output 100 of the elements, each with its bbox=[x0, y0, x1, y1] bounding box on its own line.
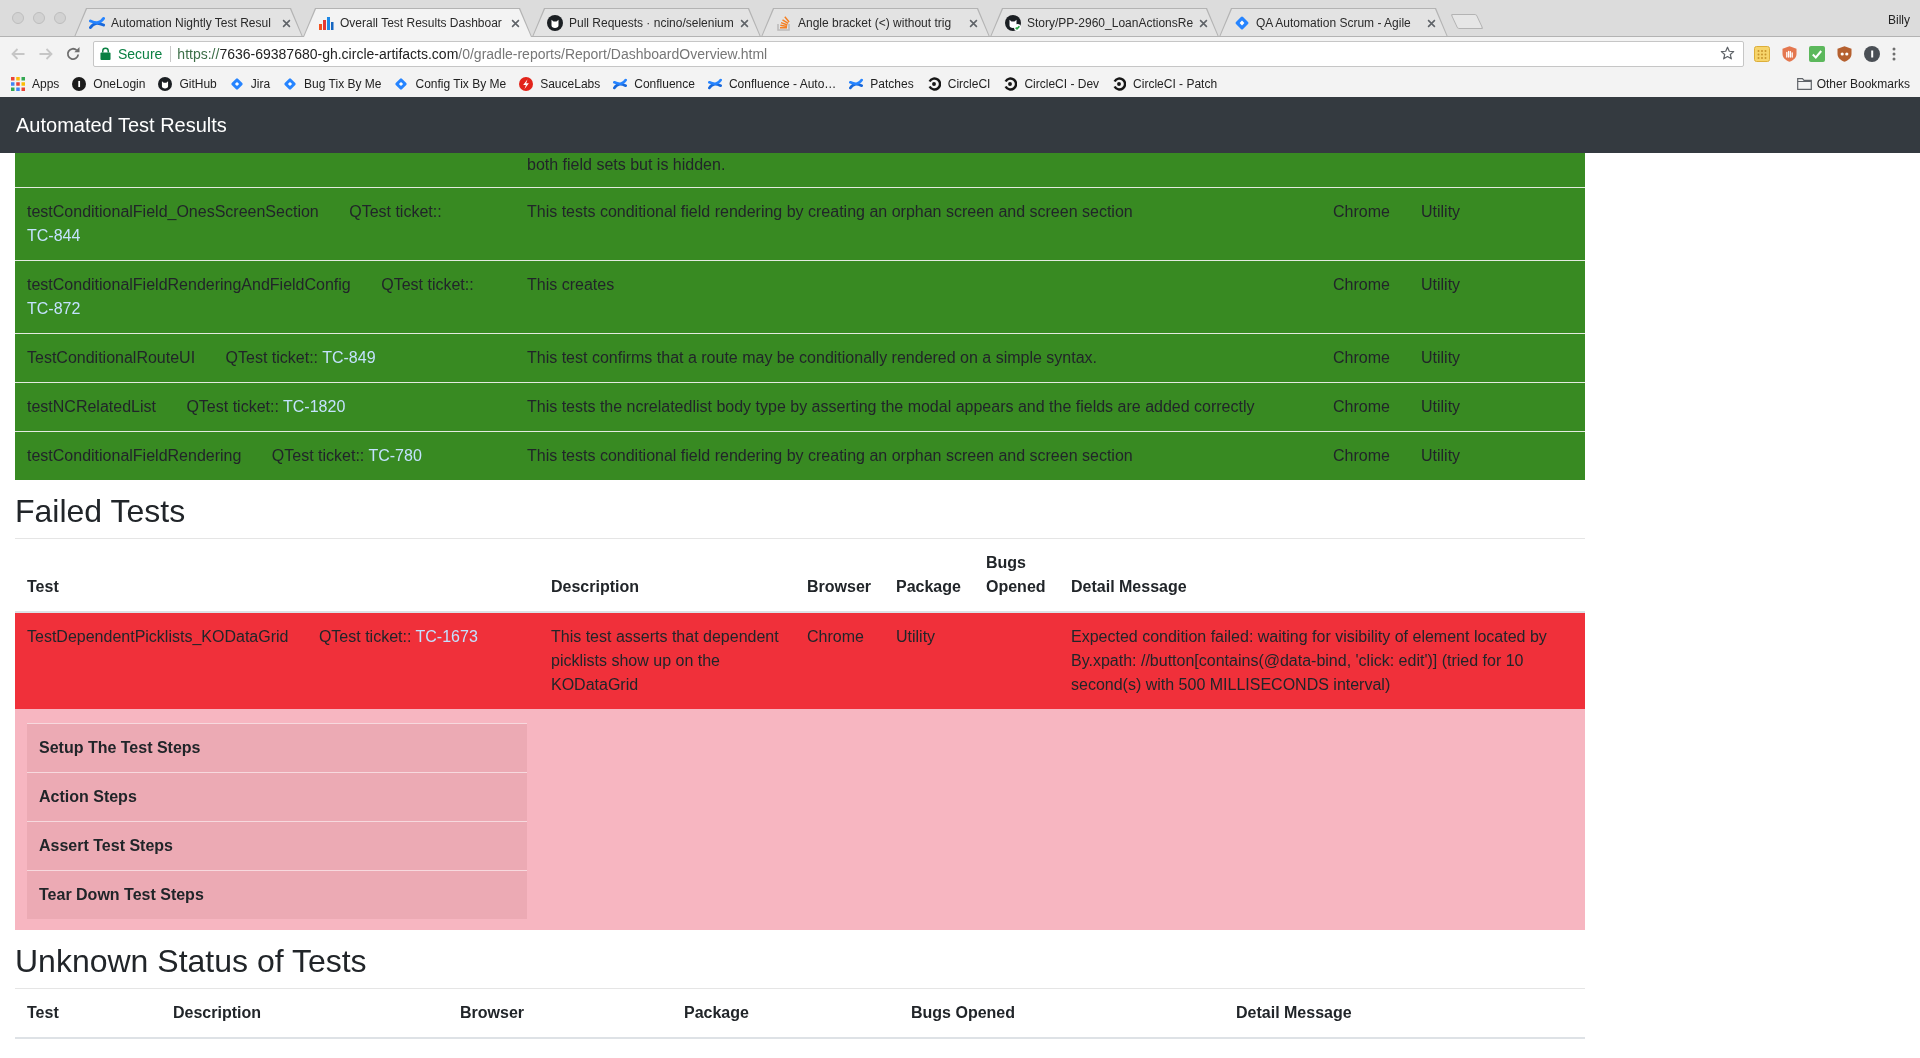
test-name: testNCRelatedList bbox=[27, 398, 156, 415]
browser-name: Chrome bbox=[1333, 275, 1390, 295]
browser-tab[interactable]: Pull Requests · ncino/selenium bbox=[532, 8, 761, 37]
test-description: This tests conditional field rendering by creating an orphan screen and screen section bbox=[527, 202, 1133, 222]
apps-grid-icon bbox=[11, 76, 25, 91]
security-label: Secure bbox=[118, 44, 163, 64]
test-description: This creates bbox=[527, 275, 615, 295]
column-header: Detail Message bbox=[1236, 1003, 1352, 1023]
bookmark-link[interactable]: CircleCI bbox=[920, 72, 997, 95]
steps-accordion-item[interactable]: Setup The Test Steps bbox=[27, 723, 527, 772]
hand-shield-icon[interactable] bbox=[1782, 45, 1797, 62]
bookmark-link[interactable]: CircleCI - Patch bbox=[1106, 72, 1224, 95]
bookmark-link[interactable]: CircleCI - Dev bbox=[997, 72, 1106, 95]
ticket-label: QTest ticket:: bbox=[349, 203, 442, 220]
close-icon[interactable] bbox=[1427, 18, 1436, 28]
crossed-swoosh-icon bbox=[849, 76, 864, 91]
ticket-label: QTest ticket:: bbox=[225, 349, 318, 366]
column-header: Browser bbox=[807, 577, 872, 597]
shield-icon[interactable] bbox=[1837, 45, 1852, 62]
cat-head-icon bbox=[158, 76, 173, 91]
bookmark-folder[interactable]: Other Bookmarks bbox=[1796, 75, 1910, 92]
test-description: This test confirms that a route may be conditionally rendered on a simple syntax. bbox=[527, 348, 1098, 368]
browser-tab[interactable]: Angle bracket (<) without trig bbox=[761, 8, 990, 37]
browser-name: Chrome bbox=[807, 627, 864, 647]
bookmark-link[interactable]: OneLogin bbox=[66, 72, 152, 95]
test-name: testConditionalFieldRendering bbox=[27, 447, 242, 464]
ticket-label: QTest ticket:: bbox=[381, 276, 474, 293]
url-text[interactable]: https://7636-69387680-gh.circle-artifacts.com/0/gradle-reports/Report/DashboardOverview.html bbox=[177, 43, 768, 64]
column-header: Package bbox=[684, 1003, 749, 1023]
package-name: Utility bbox=[1421, 397, 1461, 417]
column-header: Test bbox=[27, 1003, 59, 1023]
stack-icon bbox=[776, 15, 792, 31]
browser-tab[interactable]: Automation Nightly Test Resul bbox=[74, 8, 303, 37]
bookmark-link[interactable]: Config Tix By Me bbox=[388, 72, 513, 95]
column-header: Bugs Opened bbox=[911, 1003, 1015, 1023]
browser-tab[interactable]: Overall Test Results Dashboar bbox=[303, 8, 532, 37]
bookmark-link[interactable]: Confluence bbox=[607, 72, 701, 95]
dotted-tile-icon[interactable] bbox=[1754, 45, 1770, 62]
column-header: Detail Message bbox=[1071, 577, 1187, 597]
bookmark-link[interactable]: Jira bbox=[223, 72, 277, 95]
test-name: testConditionalFieldRenderingAndFieldConfig bbox=[27, 276, 351, 293]
column-header: Description bbox=[173, 1003, 261, 1023]
browser-name: Chrome bbox=[1333, 348, 1390, 368]
bar-chart-icon bbox=[318, 15, 334, 31]
ring-icon bbox=[926, 76, 941, 91]
bookmark-link[interactable]: GitHub bbox=[152, 72, 223, 95]
cat-head-icon bbox=[547, 15, 563, 31]
test-name: TestDependentPicklists_KODataGrid bbox=[27, 628, 289, 645]
close-icon[interactable] bbox=[969, 18, 978, 28]
ring-icon bbox=[1003, 76, 1018, 91]
ticket-label: QTest ticket:: bbox=[318, 628, 412, 645]
check-tile-icon[interactable] bbox=[1809, 45, 1825, 62]
browser-name: Chrome bbox=[1333, 202, 1390, 222]
crossed-swoosh-icon bbox=[89, 15, 105, 31]
package-name: Utility bbox=[1421, 275, 1461, 295]
disk-icon[interactable] bbox=[1864, 45, 1880, 62]
browser-tab[interactable]: QA Automation Scrum - Agile bbox=[1219, 8, 1448, 37]
address-bar[interactable]: Secure https://7636-69387680-gh.circle-artifacts.com/0/gradle-reports/Report/DashboardOverview.html bbox=[93, 40, 1744, 67]
steps-accordion-item[interactable]: Tear Down Test Steps bbox=[27, 870, 527, 919]
detail-message: Expected condition failed: waiting for visibility of element located by By.xpath: //button[contains(@data-bind, 'click: edit')] (tried for 10 second(s) with 500 MILLISECONDS interval) bbox=[1071, 627, 1548, 695]
ring-icon bbox=[1112, 76, 1127, 91]
section-heading: Unknown Status of Tests bbox=[15, 942, 367, 980]
bookmark-link[interactable]: SauceLabs bbox=[513, 72, 607, 95]
disk-icon bbox=[72, 76, 87, 91]
close-icon[interactable] bbox=[740, 18, 749, 28]
crossed-swoosh-icon bbox=[613, 76, 628, 91]
star-icon[interactable] bbox=[1720, 46, 1735, 61]
column-header: Test bbox=[27, 577, 59, 597]
test-name: testConditionalField_OnesScreenSection bbox=[27, 203, 319, 220]
close-icon[interactable] bbox=[282, 18, 291, 28]
test-description: This tests the ncrelatedlist body type by asserting the modal appears and the fields are added correctly bbox=[527, 397, 1255, 417]
package-name: Utility bbox=[1421, 446, 1461, 466]
bookmark-link[interactable]: Apps bbox=[5, 72, 66, 95]
column-header: Package bbox=[896, 577, 961, 597]
close-icon[interactable] bbox=[1199, 18, 1209, 28]
package-name: Utility bbox=[896, 627, 936, 647]
test-description: both field sets but is hidden. bbox=[527, 155, 726, 175]
cat-head-check-icon bbox=[1005, 15, 1021, 31]
close-icon[interactable] bbox=[511, 18, 520, 28]
crossed-swoosh-icon bbox=[707, 76, 722, 91]
test-name: TestConditionalRouteUI bbox=[27, 349, 196, 366]
column-header: Bugs Opened bbox=[986, 553, 1047, 597]
section-heading: Failed Tests bbox=[15, 492, 186, 530]
steps-accordion-item[interactable]: Assert Test Steps bbox=[27, 821, 527, 870]
ticket-label: QTest ticket:: bbox=[186, 398, 279, 415]
bookmark-link[interactable]: Patches bbox=[843, 72, 920, 95]
ticket-label: QTest ticket:: bbox=[271, 447, 365, 464]
steps-accordion-item[interactable]: Action Steps bbox=[27, 772, 527, 821]
column-header: Browser bbox=[460, 1003, 525, 1023]
folder-icon bbox=[1796, 77, 1812, 90]
test-description: This tests conditional field rendering by creating an orphan screen and screen section bbox=[527, 446, 1133, 466]
bookmark-link[interactable]: Confluence - Auto… bbox=[701, 72, 843, 95]
more-menu-icon[interactable] bbox=[1892, 46, 1896, 61]
browser-name: Chrome bbox=[1333, 397, 1390, 417]
bookmark-link[interactable]: Bug Tix By Me bbox=[277, 72, 388, 95]
profile-name[interactable]: Billy bbox=[1888, 12, 1910, 28]
reload-icon[interactable] bbox=[65, 45, 81, 62]
lock-icon bbox=[100, 47, 111, 60]
lightning-icon bbox=[519, 76, 534, 91]
browser-tab[interactable]: Story/PP-2960_LoanActionsRe bbox=[990, 8, 1219, 37]
